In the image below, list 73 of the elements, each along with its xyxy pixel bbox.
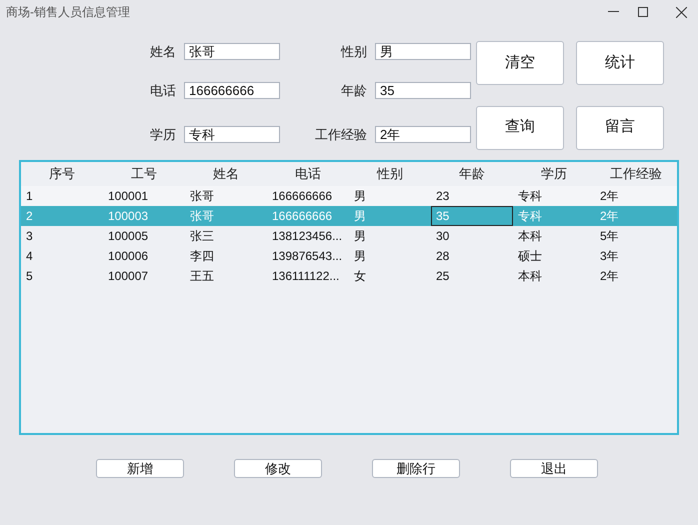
column-header[interactable]: 姓名: [185, 164, 267, 184]
action-button[interactable]: 清空: [476, 41, 564, 85]
table-cell-text: 硕士: [517, 248, 543, 265]
table-cell-text: 本科: [517, 268, 543, 285]
column-header[interactable]: 序号: [21, 164, 103, 184]
table-cell-text: 166666666: [271, 188, 334, 205]
table-cell-text: 138123456...: [271, 228, 344, 245]
field-label: 工作经验: [314, 126, 367, 144]
table-cell-text: 23: [435, 188, 450, 205]
field-label: 学历: [149, 126, 176, 144]
field-label: 性别: [340, 43, 367, 61]
bottom-button[interactable]: 修改: [234, 459, 322, 478]
field-label: 年龄: [340, 82, 367, 100]
table-cell-text: 4: [25, 248, 34, 265]
input-field[interactable]: 专科: [184, 126, 280, 144]
field-label: 姓名: [149, 43, 176, 61]
table-cell-text: 张哥: [189, 208, 215, 225]
input-field[interactable]: 166666666: [184, 82, 280, 99]
close-icon[interactable]: [676, 6, 687, 18]
table-cell-text: 100007: [107, 268, 150, 285]
table-cell-text: 女: [353, 268, 367, 285]
table-cell-text: 2年: [599, 208, 620, 225]
table-cell-text: 2年: [599, 268, 620, 285]
input-field[interactable]: 35: [375, 82, 471, 99]
table-cell-text: 1: [25, 188, 34, 205]
input-field[interactable]: 男: [375, 43, 471, 60]
table-cell-text: 2: [25, 208, 34, 225]
table-cell-text: 王五: [189, 268, 215, 285]
table-cell-text: 李四: [189, 248, 215, 265]
action-button[interactable]: 留言: [576, 106, 664, 150]
column-header[interactable]: 电话: [267, 164, 349, 184]
table-cell-text: 男: [353, 208, 367, 225]
table-cell-text: 136111122...: [271, 268, 340, 285]
table-row[interactable]: 1 100001 张哥 166666666 男 23 专科 2年: [21, 186, 677, 206]
table-cell-text: 100005: [107, 228, 150, 245]
table-cell-text: 100006: [107, 248, 150, 265]
action-button[interactable]: 查询: [476, 106, 564, 150]
column-header[interactable]: 性别: [349, 164, 431, 184]
column-header[interactable]: 工作经验: [595, 164, 677, 184]
table-cell-text: 5: [25, 268, 34, 285]
table-cell-text: 3年: [599, 248, 620, 265]
table-cell: 35: [431, 206, 513, 226]
table-cell-text: 30: [435, 228, 450, 245]
column-header[interactable]: 学历: [513, 164, 595, 184]
input-field[interactable]: 2年: [375, 126, 471, 144]
table-cell-text: 100003: [107, 208, 150, 225]
window-title: 商场-销售人员信息管理: [6, 4, 131, 21]
action-button[interactable]: 统计: [576, 41, 664, 85]
table-cell-text: 139876543...: [271, 248, 344, 265]
column-header[interactable]: 工号: [103, 164, 185, 184]
table-cell-text: 28: [435, 248, 450, 265]
table-cell-text: 25: [435, 268, 450, 285]
table-cell-text: 本科: [517, 228, 543, 245]
bottom-button[interactable]: 删除行: [372, 459, 460, 478]
bottom-button[interactable]: 退出: [510, 459, 598, 478]
table-cell-text: 张三: [189, 228, 215, 245]
bottom-button[interactable]: 新增: [96, 459, 184, 478]
table-cell-text: 专科: [517, 188, 543, 205]
field-label: 电话: [149, 82, 176, 100]
table-cell-text: 男: [353, 188, 367, 205]
table-cell-text: 男: [353, 248, 367, 265]
column-header[interactable]: 年龄: [431, 164, 513, 184]
table-cell-text: 专科: [517, 208, 543, 225]
table-cell-text: 100001: [107, 188, 150, 205]
table-cell-text: 3: [25, 228, 34, 245]
table-cell-text: 5年: [599, 228, 620, 245]
table-cell-text: 张哥: [189, 188, 215, 205]
table-cell-text: 166666666: [271, 208, 334, 225]
input-field[interactable]: 张哥: [184, 43, 280, 60]
table-cell-text: 2年: [599, 188, 620, 205]
table-cell-text: 男: [353, 228, 367, 245]
maximize-icon[interactable]: [638, 7, 648, 17]
minimize-icon[interactable]: [608, 11, 619, 13]
